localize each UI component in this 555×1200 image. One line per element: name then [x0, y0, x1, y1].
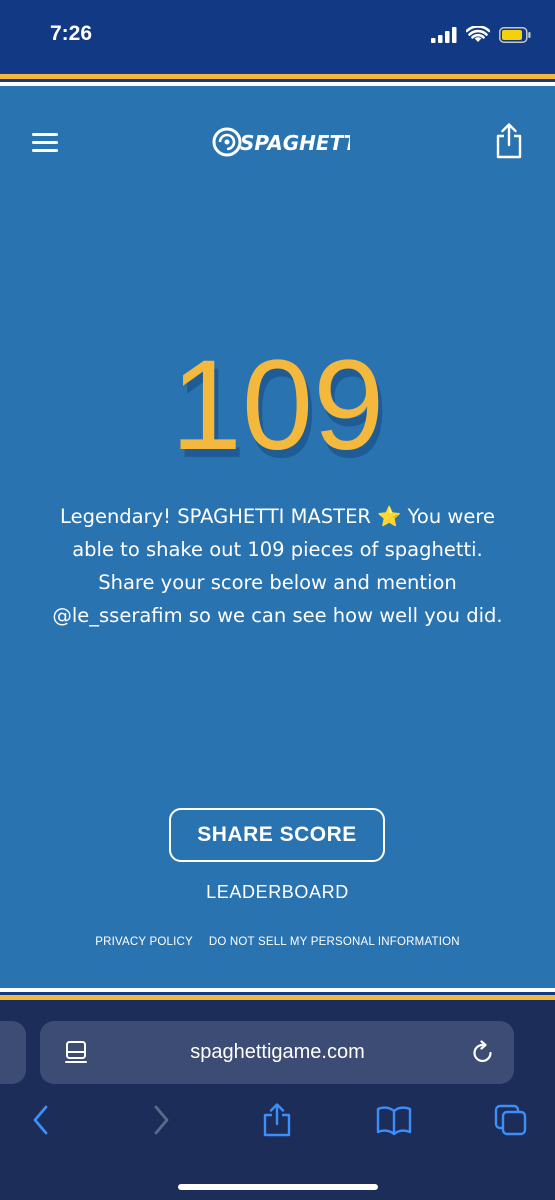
status-bar: 7:26 [0, 0, 555, 74]
battery-icon [499, 26, 531, 43]
forward-icon[interactable] [150, 1103, 172, 1137]
tabs-icon[interactable] [494, 1103, 528, 1137]
status-icons [431, 26, 531, 43]
back-icon[interactable] [30, 1103, 52, 1137]
reload-icon[interactable] [470, 1040, 496, 1066]
share-icon[interactable] [494, 122, 524, 160]
bookmarks-icon[interactable] [376, 1103, 412, 1137]
bottom-stripe [0, 986, 555, 1000]
logo-text: SPAGHETTI [240, 131, 350, 155]
menu-button[interactable] [32, 133, 60, 153]
leaderboard-link[interactable]: LEADERBOARD [0, 882, 555, 903]
share-score-button[interactable]: SHARE SCORE [169, 808, 385, 862]
wifi-icon [466, 26, 490, 42]
message-line: able to shake out 109 pieces of spaghett… [72, 538, 483, 561]
spaghetti-logo[interactable]: SPAGHETTI [210, 122, 350, 162]
footer-links: PRIVACY POLICY DO NOT SELL MY PERSONAL I… [0, 936, 555, 948]
cellular-signal-icon [431, 26, 457, 43]
home-indicator [178, 1184, 378, 1190]
do-not-sell-link[interactable]: DO NOT SELL MY PERSONAL INFORMATION [209, 936, 460, 948]
result-message: Legendary! SPAGHETTI MASTER ⭐ You were a… [52, 500, 503, 632]
status-time: 7:26 [50, 22, 93, 45]
message-line: Legendary! SPAGHETTI MASTER ⭐ You were [60, 505, 495, 528]
menu-icon-bar [32, 141, 58, 144]
top-stripe [0, 74, 555, 88]
share-page-icon[interactable] [262, 1103, 292, 1137]
score-value: 109 [170, 334, 385, 477]
message-line: @le_sserafim so we can see how well you … [52, 604, 503, 627]
privacy-policy-link[interactable]: PRIVACY POLICY [95, 936, 193, 948]
menu-icon-bar [32, 149, 58, 152]
menu-icon-bar [32, 133, 58, 136]
message-line: Share your score below and mention [98, 571, 457, 594]
